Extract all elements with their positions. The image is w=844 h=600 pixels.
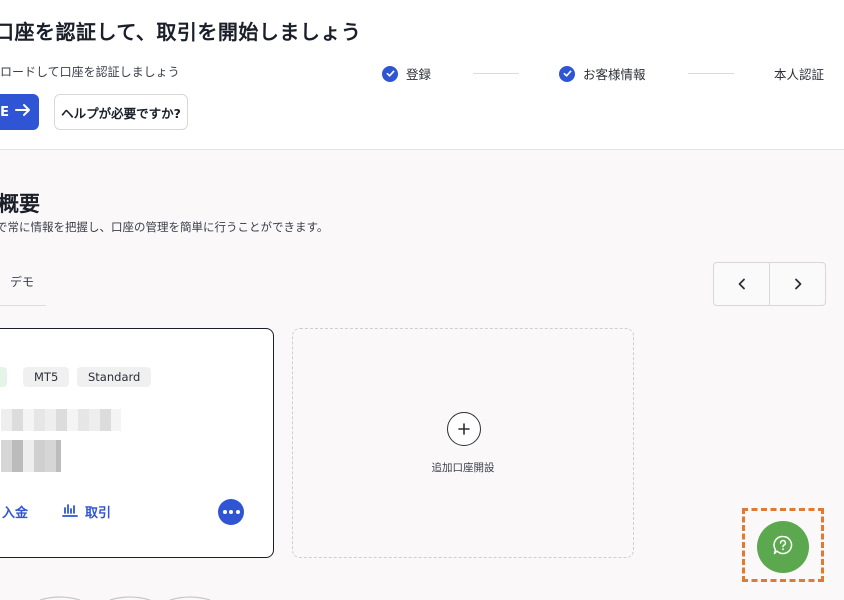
balance-redacted <box>1 440 61 472</box>
account-card[interactable]: MT5 Standard 入金 取引 <box>0 328 274 558</box>
progress-steps: 登録 お客様情報 本人認証 <box>382 64 828 82</box>
tab-demo[interactable]: デモ <box>0 268 46 306</box>
verify-account-button[interactable]: E <box>0 94 39 130</box>
more-dot <box>229 510 233 514</box>
step-label: 本人認証 <box>774 67 825 82</box>
page-subtitle: ロードして口座を認証しましょう <box>0 65 180 79</box>
prev-button[interactable] <box>714 263 769 305</box>
chart-icon <box>62 503 78 521</box>
add-account-label: 追加口座開設 <box>431 462 495 474</box>
overview-title: 概要 <box>0 192 40 216</box>
chevron-right-icon <box>793 275 803 294</box>
step-customer-info: お客様情報 <box>559 64 646 83</box>
trade-button[interactable]: 取引 <box>62 502 111 521</box>
page-title: 口座を認証して、取引を開始しましょう <box>0 20 362 44</box>
account-number-redacted <box>1 409 121 431</box>
top-header: 口座を認証して、取引を開始しましょう ロードして口座を認証しましょう 登録 お客… <box>0 0 844 150</box>
more-dots-icon <box>222 510 227 514</box>
arrow-right-icon <box>15 103 31 121</box>
help-chat-button[interactable] <box>757 521 809 573</box>
chevron-left-icon <box>737 275 747 294</box>
next-button[interactable] <box>769 263 825 305</box>
step-registration: 登録 <box>382 64 431 83</box>
trade-label: 取引 <box>85 506 112 521</box>
check-circle-icon <box>559 65 575 82</box>
deposit-label: 入金 <box>2 506 29 521</box>
add-account-card[interactable]: 追加口座開設 <box>292 328 634 558</box>
step-identity-verification: 本人認証 <box>774 64 824 83</box>
overview-description: で常に情報を把握し、口座の管理を簡単に行うことができます。 <box>0 220 329 234</box>
step-divider <box>473 73 519 74</box>
plus-icon <box>447 412 481 446</box>
account-type-tag: Standard <box>77 367 152 387</box>
platform-tag: MT5 <box>23 367 70 387</box>
step-label: お客様情報 <box>583 67 646 82</box>
verify-button-label: E <box>0 104 9 120</box>
status-badge <box>0 367 7 387</box>
carousel-nav <box>713 262 826 306</box>
deposit-button[interactable]: 入金 <box>2 502 28 521</box>
more-options-button[interactable] <box>218 499 244 525</box>
next-section-peek <box>40 596 211 600</box>
more-dot <box>235 510 240 514</box>
help-button[interactable]: ヘルプが必要ですか? <box>54 94 188 130</box>
help-chat-icon <box>772 534 794 560</box>
step-label: 登録 <box>406 67 432 82</box>
check-circle-icon <box>382 65 398 82</box>
step-divider <box>688 73 734 74</box>
